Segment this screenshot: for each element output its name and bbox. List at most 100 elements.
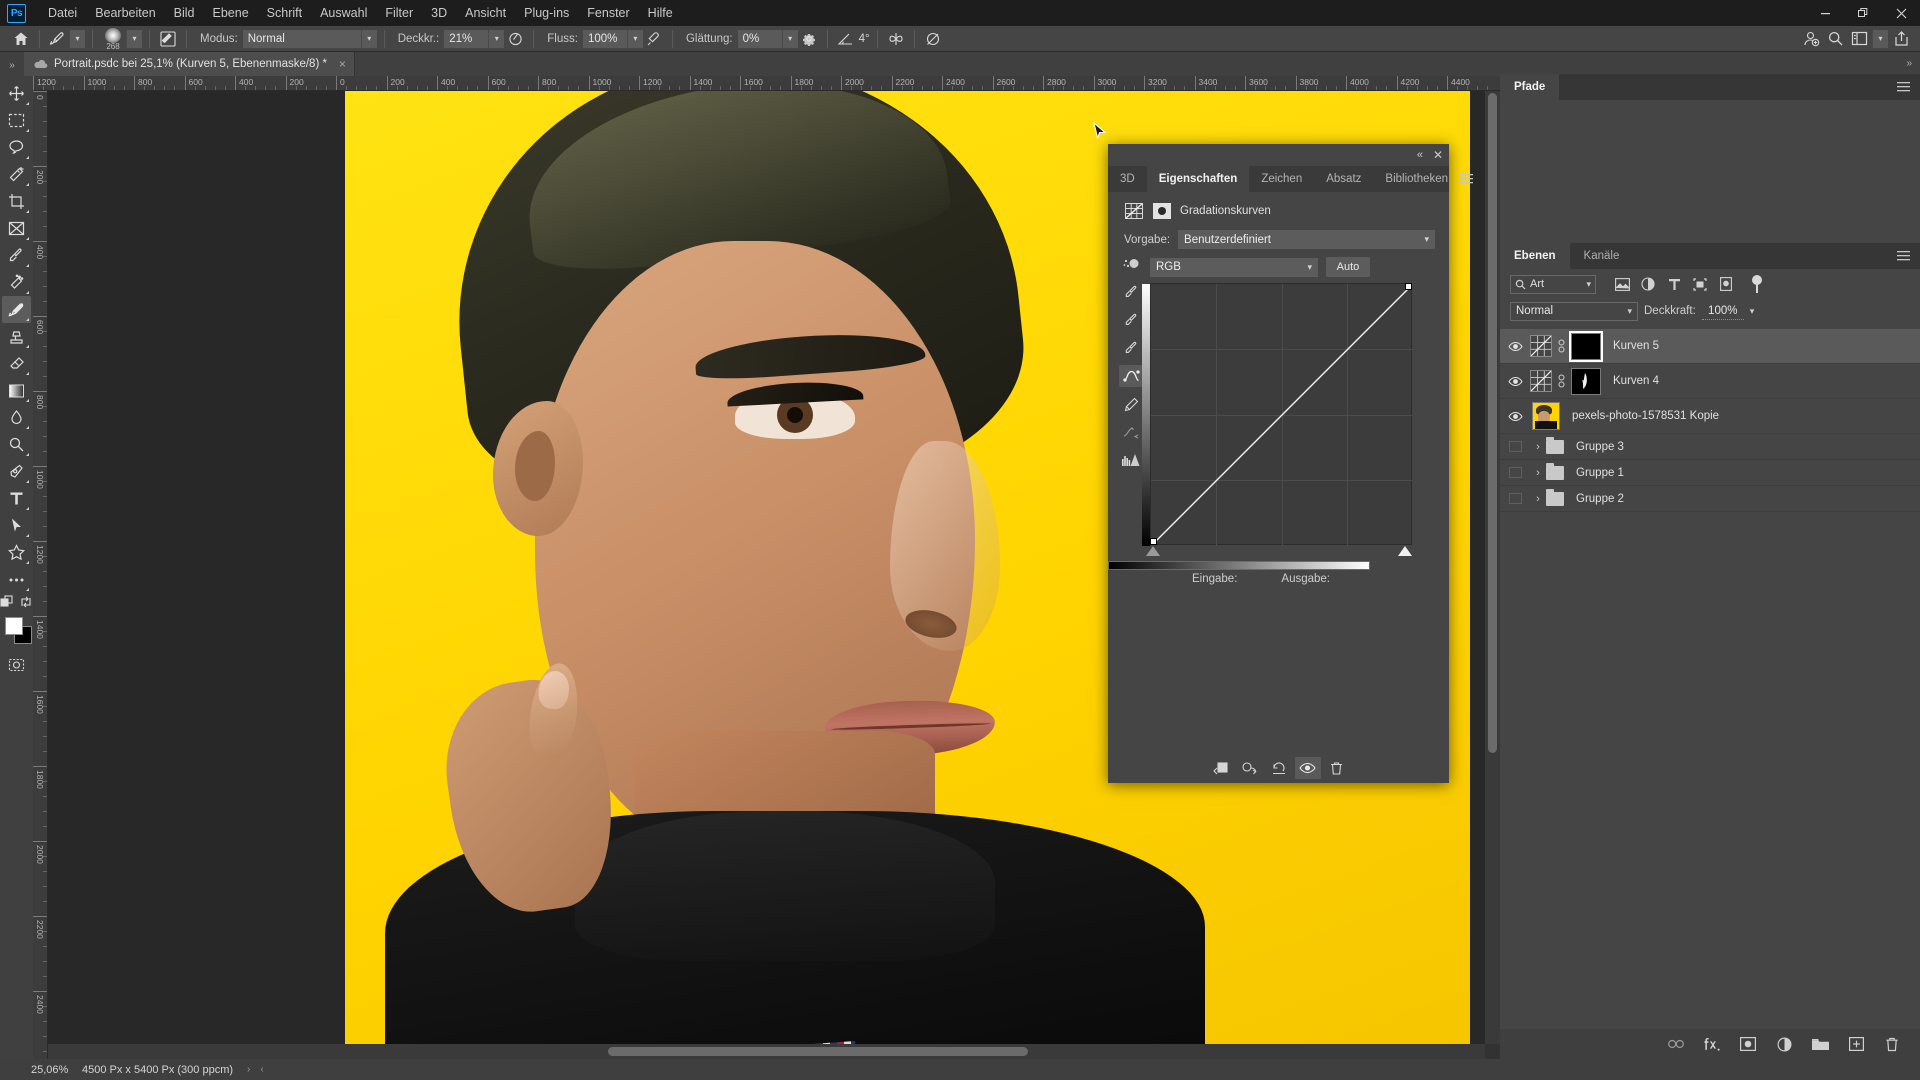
smoothing-dropdown-caret[interactable]: ▾ xyxy=(781,29,798,48)
layer-visibility-toggle[interactable] xyxy=(1500,493,1530,504)
table-row[interactable]: Kurven 4 xyxy=(1500,364,1920,399)
menu-datei[interactable]: Datei xyxy=(39,2,86,24)
menu-3d[interactable]: 3D xyxy=(422,2,456,24)
layer-name[interactable]: Kurven 5 xyxy=(1613,340,1659,352)
curves-adjustment-icon[interactable] xyxy=(1530,370,1552,392)
layer-visibility-toggle[interactable] xyxy=(1500,341,1530,352)
menu-hilfe[interactable]: Hilfe xyxy=(639,2,682,24)
table-row[interactable]: › Gruppe 1 xyxy=(1500,460,1920,486)
blend-mode-select[interactable]: Normal xyxy=(242,29,361,48)
collapse-arrows-icon[interactable]: » xyxy=(0,60,24,76)
table-row[interactable]: › Gruppe 2 xyxy=(1500,486,1920,512)
quick-mask-icon[interactable] xyxy=(2,651,31,678)
brush-tool-icon[interactable] xyxy=(47,29,69,49)
opacity-input[interactable]: 21% xyxy=(444,29,489,48)
scroll-thumb[interactable] xyxy=(1488,93,1497,753)
target-adjustment-icon[interactable] xyxy=(1119,253,1143,275)
layer-mask-icon[interactable] xyxy=(1152,202,1172,220)
publish-icon[interactable] xyxy=(1890,29,1912,49)
layer-list[interactable]: Kurven 5 Kurven 4 pexels-photo-1578531 K… xyxy=(1500,329,1920,1027)
document-tab[interactable]: Portrait.psdc bei 25,1% (Kurven 5, Ebene… xyxy=(24,52,355,76)
tab-kanaele[interactable]: Kanäle xyxy=(1570,243,1634,269)
black-input-slider[interactable] xyxy=(1146,546,1160,556)
eraser-tool[interactable] xyxy=(2,350,31,377)
frame-tool[interactable] xyxy=(2,215,31,242)
share-user-icon[interactable] xyxy=(1800,29,1822,49)
pixel-layer-filter-icon[interactable] xyxy=(1612,274,1632,294)
move-tool[interactable] xyxy=(2,80,31,107)
blend-mode-dropdown-caret[interactable]: ▾ xyxy=(360,29,377,48)
tab-eigenschaften[interactable]: Eigenschaften xyxy=(1146,166,1250,192)
eyedropper-tool[interactable] xyxy=(2,242,31,269)
white-input-slider[interactable] xyxy=(1398,546,1412,556)
rectangular-marquee-tool[interactable] xyxy=(2,107,31,134)
curves-graph[interactable] xyxy=(1142,283,1413,546)
new-group-icon[interactable] xyxy=(1810,1034,1830,1054)
foreground-color-swatch[interactable] xyxy=(5,617,23,635)
layer-name[interactable]: pexels-photo-1578531 Kopie xyxy=(1572,410,1719,422)
menu-filter[interactable]: Filter xyxy=(376,2,422,24)
smooth-curve-icon[interactable] xyxy=(1119,421,1143,443)
brush-tool-dropdown[interactable]: ▾ xyxy=(69,29,85,48)
search-icon[interactable] xyxy=(1824,29,1846,49)
close-icon[interactable]: ✕ xyxy=(1433,148,1443,162)
layer-styles-fx-icon[interactable] xyxy=(1702,1034,1722,1054)
table-row[interactable]: pexels-photo-1578531 Kopie xyxy=(1500,399,1920,434)
clone-stamp-tool[interactable] xyxy=(2,323,31,350)
magic-wand-tool[interactable] xyxy=(2,161,31,188)
clip-to-layer-icon[interactable] xyxy=(1208,757,1234,779)
layer-name[interactable]: Gruppe 3 xyxy=(1576,441,1624,453)
add-layer-mask-icon[interactable] xyxy=(1738,1034,1758,1054)
tab-3d[interactable]: 3D xyxy=(1108,166,1147,192)
opacity-dropdown-caret[interactable]: ▾ xyxy=(1750,306,1755,317)
brush-tool[interactable] xyxy=(2,296,31,323)
close-icon[interactable]: × xyxy=(339,57,346,71)
table-row[interactable]: › Gruppe 3 xyxy=(1500,434,1920,460)
chevron-right-icon[interactable]: › xyxy=(1530,467,1546,479)
brush-settings-icon[interactable] xyxy=(157,29,179,49)
brush-preview[interactable]: 268 xyxy=(100,27,126,50)
lasso-tool[interactable] xyxy=(2,134,31,161)
menu-bearbeiten[interactable]: Bearbeiten xyxy=(86,2,164,24)
tab-absatz[interactable]: Absatz xyxy=(1314,166,1373,192)
blur-tool[interactable] xyxy=(2,404,31,431)
scroll-thumb[interactable] xyxy=(608,1047,1028,1056)
swap-colors-icon[interactable] xyxy=(19,595,33,609)
tab-zeichen[interactable]: Zeichen xyxy=(1249,166,1314,192)
histogram-clipping-icon[interactable] xyxy=(1119,449,1143,471)
crop-tool[interactable] xyxy=(2,188,31,215)
layer-visibility-toggle[interactable] xyxy=(1500,411,1530,422)
curve-handle-white-point[interactable] xyxy=(1405,283,1412,290)
tab-bibliotheken[interactable]: Bibliotheken xyxy=(1373,166,1460,192)
layer-mask-thumbnail[interactable] xyxy=(1571,367,1601,395)
minimize-button[interactable] xyxy=(1806,0,1844,26)
tab-pfade[interactable]: Pfade xyxy=(1500,74,1560,100)
properties-panel-titlebar[interactable]: « ✕ xyxy=(1108,144,1449,166)
curve-point-tool-icon[interactable] xyxy=(1119,365,1143,387)
layer-filter-select[interactable]: Art ▾ xyxy=(1510,274,1596,294)
curve-handle-black-point[interactable] xyxy=(1150,538,1157,545)
brush-preset-dropdown[interactable]: ▾ xyxy=(126,29,142,48)
delete-layer-icon[interactable] xyxy=(1882,1034,1902,1054)
restore-button[interactable] xyxy=(1844,0,1882,26)
pressure-opacity-icon[interactable] xyxy=(504,29,526,49)
view-previous-state-icon[interactable] xyxy=(1237,757,1263,779)
menu-ebene[interactable]: Ebene xyxy=(204,2,258,24)
home-icon[interactable] xyxy=(10,29,32,49)
dodge-tool[interactable] xyxy=(2,431,31,458)
layer-name[interactable]: Gruppe 2 xyxy=(1576,493,1624,505)
chevron-right-icon[interactable]: › xyxy=(247,1064,250,1075)
workspace-dropdown-caret[interactable]: ▾ xyxy=(1872,29,1888,48)
menu-plugins[interactable]: Plug-ins xyxy=(515,2,578,24)
path-selection-tool[interactable] xyxy=(2,512,31,539)
layer-image-thumbnail[interactable] xyxy=(1532,402,1560,430)
brush-angle-icon[interactable] xyxy=(835,29,857,49)
link-mask-icon[interactable] xyxy=(1557,339,1566,353)
brush-angle-value[interactable]: 4° xyxy=(859,33,870,45)
menu-bild[interactable]: Bild xyxy=(165,2,204,24)
canvas-vertical-scrollbar[interactable] xyxy=(1485,91,1500,1044)
airbrush-icon[interactable] xyxy=(643,29,665,49)
menu-schrift[interactable]: Schrift xyxy=(258,2,311,24)
delete-adjustment-layer-icon[interactable] xyxy=(1324,757,1350,779)
pen-tool[interactable] xyxy=(2,458,31,485)
